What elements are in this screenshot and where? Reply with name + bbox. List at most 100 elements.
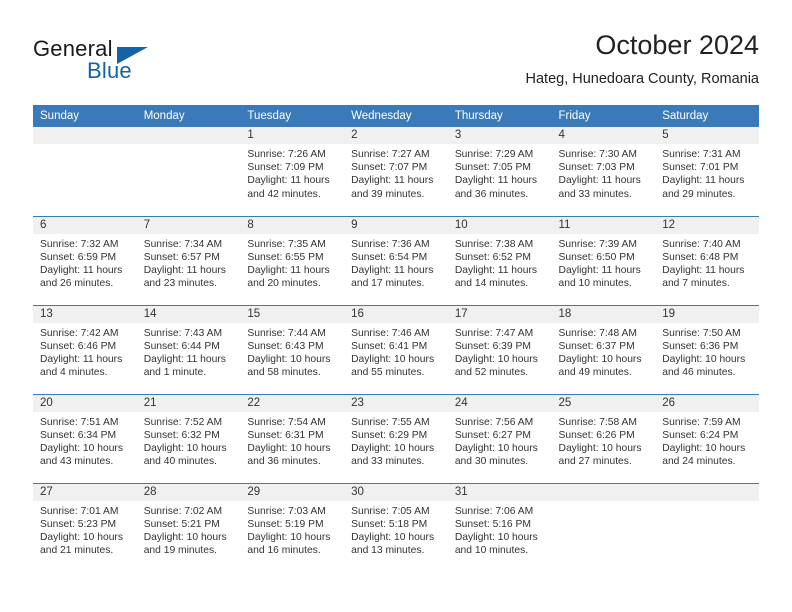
daylight-text-line2: and 16 minutes. xyxy=(247,545,321,557)
day-details: Sunrise: 7:35 AM Sunset: 6:55 PM Daylight:… xyxy=(240,234,344,291)
sunrise-text: Sunrise: 7:56 AM xyxy=(454,416,534,428)
sunrise-text: Sunrise: 7:54 AM xyxy=(247,416,326,428)
sunset-text: Sunset: 6:36 PM xyxy=(662,340,739,352)
calendar-day-cell[interactable]: 11 Sunrise: 7:39 AM Sunset: 6:50 PM Dayligh… xyxy=(551,215,656,305)
daylight-text-line1: Daylight: 11 hours xyxy=(351,264,434,276)
day-number: 14 xyxy=(136,305,241,323)
calendar-day-cell[interactable]: 2 Sunrise: 7:27 AM Sunset: 7:07 PM Daylight… xyxy=(344,127,448,216)
sunrise-text: Sunrise: 7:38 AM xyxy=(454,238,534,250)
page-subtitle: Hateg, Hunedoara County, Romania xyxy=(525,71,759,87)
day-number: 15 xyxy=(240,305,345,323)
calendar-grid: Sunday Monday Tuesday Wednesday Thursday… xyxy=(33,105,759,572)
calendar-day-cell[interactable]: 5 Sunrise: 7:31 AM Sunset: 7:01 PM Daylight… xyxy=(655,127,759,216)
calendar-day-cell[interactable]: 13 Sunrise: 7:42 AM Sunset: 6:46 PM Dayligh… xyxy=(33,304,137,394)
day-details: Sunrise: 7:42 AM Sunset: 6:46 PM Daylight:… xyxy=(33,323,137,380)
calendar-day-cell[interactable]: 8 Sunrise: 7:35 AM Sunset: 6:55 PM Daylight… xyxy=(240,215,345,305)
day-number: 24 xyxy=(447,394,552,412)
calendar-day-cell[interactable]: 24 Sunrise: 7:56 AM Sunset: 6:27 PM Dayligh… xyxy=(447,393,552,483)
calendar-day-cell[interactable]: 18 Sunrise: 7:48 AM Sunset: 6:37 PM Dayligh… xyxy=(551,304,656,394)
calendar-page: General Blue October 2024 Hateg, Hunedoa… xyxy=(0,0,792,612)
sunrise-text: Sunrise: 7:01 AM xyxy=(40,505,119,517)
daylight-text-line2: and 42 minutes. xyxy=(247,188,321,200)
day-details: Sunrise: 7:36 AM Sunset: 6:54 PM Daylight:… xyxy=(344,234,448,291)
daylight-text-line1: Daylight: 10 hours xyxy=(247,442,331,454)
sunrise-text: Sunrise: 7:55 AM xyxy=(351,416,430,428)
page-header: General Blue October 2024 Hateg, Hunedoa… xyxy=(33,28,759,100)
day-number: 6 xyxy=(33,216,137,234)
calendar-day-cell[interactable]: 14 Sunrise: 7:43 AM Sunset: 6:44 PM Dayligh… xyxy=(136,304,241,394)
day-number: 30 xyxy=(344,483,448,501)
sunset-text: Sunset: 6:34 PM xyxy=(40,429,117,441)
sunset-text: Sunset: 6:37 PM xyxy=(558,340,635,352)
daylight-text-line1: Daylight: 11 hours xyxy=(454,264,538,276)
sunrise-text: Sunrise: 7:43 AM xyxy=(143,327,223,339)
sunset-text: Sunset: 6:41 PM xyxy=(351,340,428,352)
calendar-day-cell[interactable]: 31 Sunrise: 7:06 AM Sunset: 5:16 PM Dayligh… xyxy=(447,482,552,572)
day-details: Sunrise: 7:39 AM Sunset: 6:50 PM Daylight:… xyxy=(552,234,656,291)
calendar-day-cell[interactable]: 28 Sunrise: 7:02 AM Sunset: 5:21 PM Dayligh… xyxy=(136,482,241,572)
sunset-text: Sunset: 6:52 PM xyxy=(454,251,531,263)
daylight-text-line1: Daylight: 11 hours xyxy=(662,175,745,187)
sunrise-text: Sunrise: 7:58 AM xyxy=(558,416,637,428)
day-details: Sunrise: 7:03 AM Sunset: 5:19 PM Daylight:… xyxy=(240,501,344,558)
calendar-day-cell[interactable]: 7 Sunrise: 7:34 AM Sunset: 6:57 PM Daylight… xyxy=(136,215,241,305)
calendar-day-cell[interactable]: 20 Sunrise: 7:51 AM Sunset: 6:34 PM Dayligh… xyxy=(33,393,137,483)
daylight-text-line2: and 21 minutes. xyxy=(40,545,114,557)
day-details: Sunrise: 7:50 AM Sunset: 6:36 PM Daylight:… xyxy=(655,323,759,380)
day-details: Sunrise: 7:02 AM Sunset: 5:21 PM Daylight:… xyxy=(137,501,241,558)
day-details: Sunrise: 7:54 AM Sunset: 6:31 PM Daylight:… xyxy=(240,412,344,469)
calendar-day-cell[interactable]: 22 Sunrise: 7:54 AM Sunset: 6:31 PM Dayligh… xyxy=(240,393,345,483)
day-number: 9 xyxy=(344,216,448,234)
daylight-text-line1: Daylight: 10 hours xyxy=(662,353,746,365)
day-details xyxy=(137,144,241,148)
sunset-text: Sunset: 6:29 PM xyxy=(351,429,428,441)
calendar-day-cell[interactable]: 17 Sunrise: 7:47 AM Sunset: 6:39 PM Dayligh… xyxy=(447,304,552,394)
daylight-text-line2: and 4 minutes. xyxy=(40,367,108,379)
sunrise-text: Sunrise: 7:03 AM xyxy=(247,505,326,517)
daylight-text-line1: Daylight: 10 hours xyxy=(143,531,227,543)
calendar-day-cell[interactable]: 27 Sunrise: 7:01 AM Sunset: 5:23 PM Dayligh… xyxy=(33,482,137,572)
sunrise-text: Sunrise: 7:48 AM xyxy=(558,327,637,339)
calendar-day-cell[interactable]: 23 Sunrise: 7:55 AM Sunset: 6:29 PM Dayligh… xyxy=(344,393,448,483)
calendar-day-cell[interactable]: 16 Sunrise: 7:46 AM Sunset: 6:41 PM Dayligh… xyxy=(344,304,448,394)
calendar-day-cell[interactable]: 10 Sunrise: 7:38 AM Sunset: 6:52 PM Dayligh… xyxy=(447,215,552,305)
sunrise-text: Sunrise: 7:31 AM xyxy=(662,149,741,160)
calendar-day-cell[interactable]: 21 Sunrise: 7:52 AM Sunset: 6:32 PM Dayligh… xyxy=(136,393,241,483)
calendar-day-cell[interactable]: 12 Sunrise: 7:40 AM Sunset: 6:48 PM Dayligh… xyxy=(655,215,759,305)
calendar-day-cell[interactable]: 1 Sunrise: 7:26 AM Sunset: 7:09 PM Daylight… xyxy=(240,127,345,216)
sunset-text: Sunset: 6:48 PM xyxy=(662,251,739,263)
calendar-day-cell[interactable]: 19 Sunrise: 7:50 AM Sunset: 6:36 PM Dayligh… xyxy=(655,304,759,394)
calendar-day-cell[interactable]: 3 Sunrise: 7:29 AM Sunset: 7:05 PM Daylight… xyxy=(447,127,552,216)
calendar-day-cell[interactable]: 15 Sunrise: 7:44 AM Sunset: 6:43 PM Dayligh… xyxy=(240,304,345,394)
calendar-day-cell[interactable]: 26 Sunrise: 7:59 AM Sunset: 6:24 PM Dayligh… xyxy=(655,393,759,483)
sunrise-text: Sunrise: 7:50 AM xyxy=(662,327,741,339)
day-details: Sunrise: 7:30 AM Sunset: 7:03 PM Daylight:… xyxy=(552,144,656,201)
sunset-text: Sunset: 6:43 PM xyxy=(247,340,324,352)
calendar-day-cell[interactable]: 4 Sunrise: 7:30 AM Sunset: 7:03 PM Daylight… xyxy=(551,127,656,216)
calendar-day-cell[interactable]: 25 Sunrise: 7:58 AM Sunset: 6:26 PM Dayligh… xyxy=(551,393,656,483)
day-details: Sunrise: 7:40 AM Sunset: 6:48 PM Daylight:… xyxy=(655,234,759,291)
daylight-text-line1: Daylight: 10 hours xyxy=(454,531,538,543)
calendar-day-cell[interactable]: 9 Sunrise: 7:36 AM Sunset: 6:54 PM Daylight… xyxy=(344,215,448,305)
daylight-text-line2: and 27 minutes. xyxy=(558,456,632,468)
day-number: 26 xyxy=(655,394,759,412)
calendar-week-row: 6 Sunrise: 7:32 AM Sunset: 6:59 PM Daylight… xyxy=(33,215,759,305)
title-block: October 2024 Hateg, Hunedoara County, Ro… xyxy=(526,28,759,88)
calendar-week-row: 27 Sunrise: 7:01 AM Sunset: 5:23 PM Dayligh… xyxy=(33,482,759,572)
daylight-text-line1: Daylight: 10 hours xyxy=(40,531,123,543)
day-details: Sunrise: 7:01 AM Sunset: 5:23 PM Daylight:… xyxy=(33,501,137,558)
sunrise-text: Sunrise: 7:30 AM xyxy=(558,149,637,160)
calendar-day-cell[interactable]: 30 Sunrise: 7:05 AM Sunset: 5:18 PM Dayligh… xyxy=(344,482,448,572)
page-title: October 2024 xyxy=(595,30,759,60)
sunrise-text: Sunrise: 7:29 AM xyxy=(454,149,534,160)
sunrise-text: Sunrise: 7:47 AM xyxy=(454,327,534,339)
day-details: Sunrise: 7:46 AM Sunset: 6:41 PM Daylight:… xyxy=(344,323,448,380)
day-number: 17 xyxy=(447,305,552,323)
daylight-text-line1: Daylight: 11 hours xyxy=(454,175,538,187)
daylight-text-line2: and 39 minutes. xyxy=(351,188,425,200)
calendar-day-cell[interactable]: 6 Sunrise: 7:32 AM Sunset: 6:59 PM Daylight… xyxy=(33,215,137,305)
day-details: Sunrise: 7:27 AM Sunset: 7:07 PM Daylight:… xyxy=(344,144,448,201)
calendar-day-cell[interactable]: 29 Sunrise: 7:03 AM Sunset: 5:19 PM Dayligh… xyxy=(240,482,345,572)
daylight-text-line1: Daylight: 11 hours xyxy=(143,264,226,276)
sunrise-text: Sunrise: 7:35 AM xyxy=(247,238,326,250)
